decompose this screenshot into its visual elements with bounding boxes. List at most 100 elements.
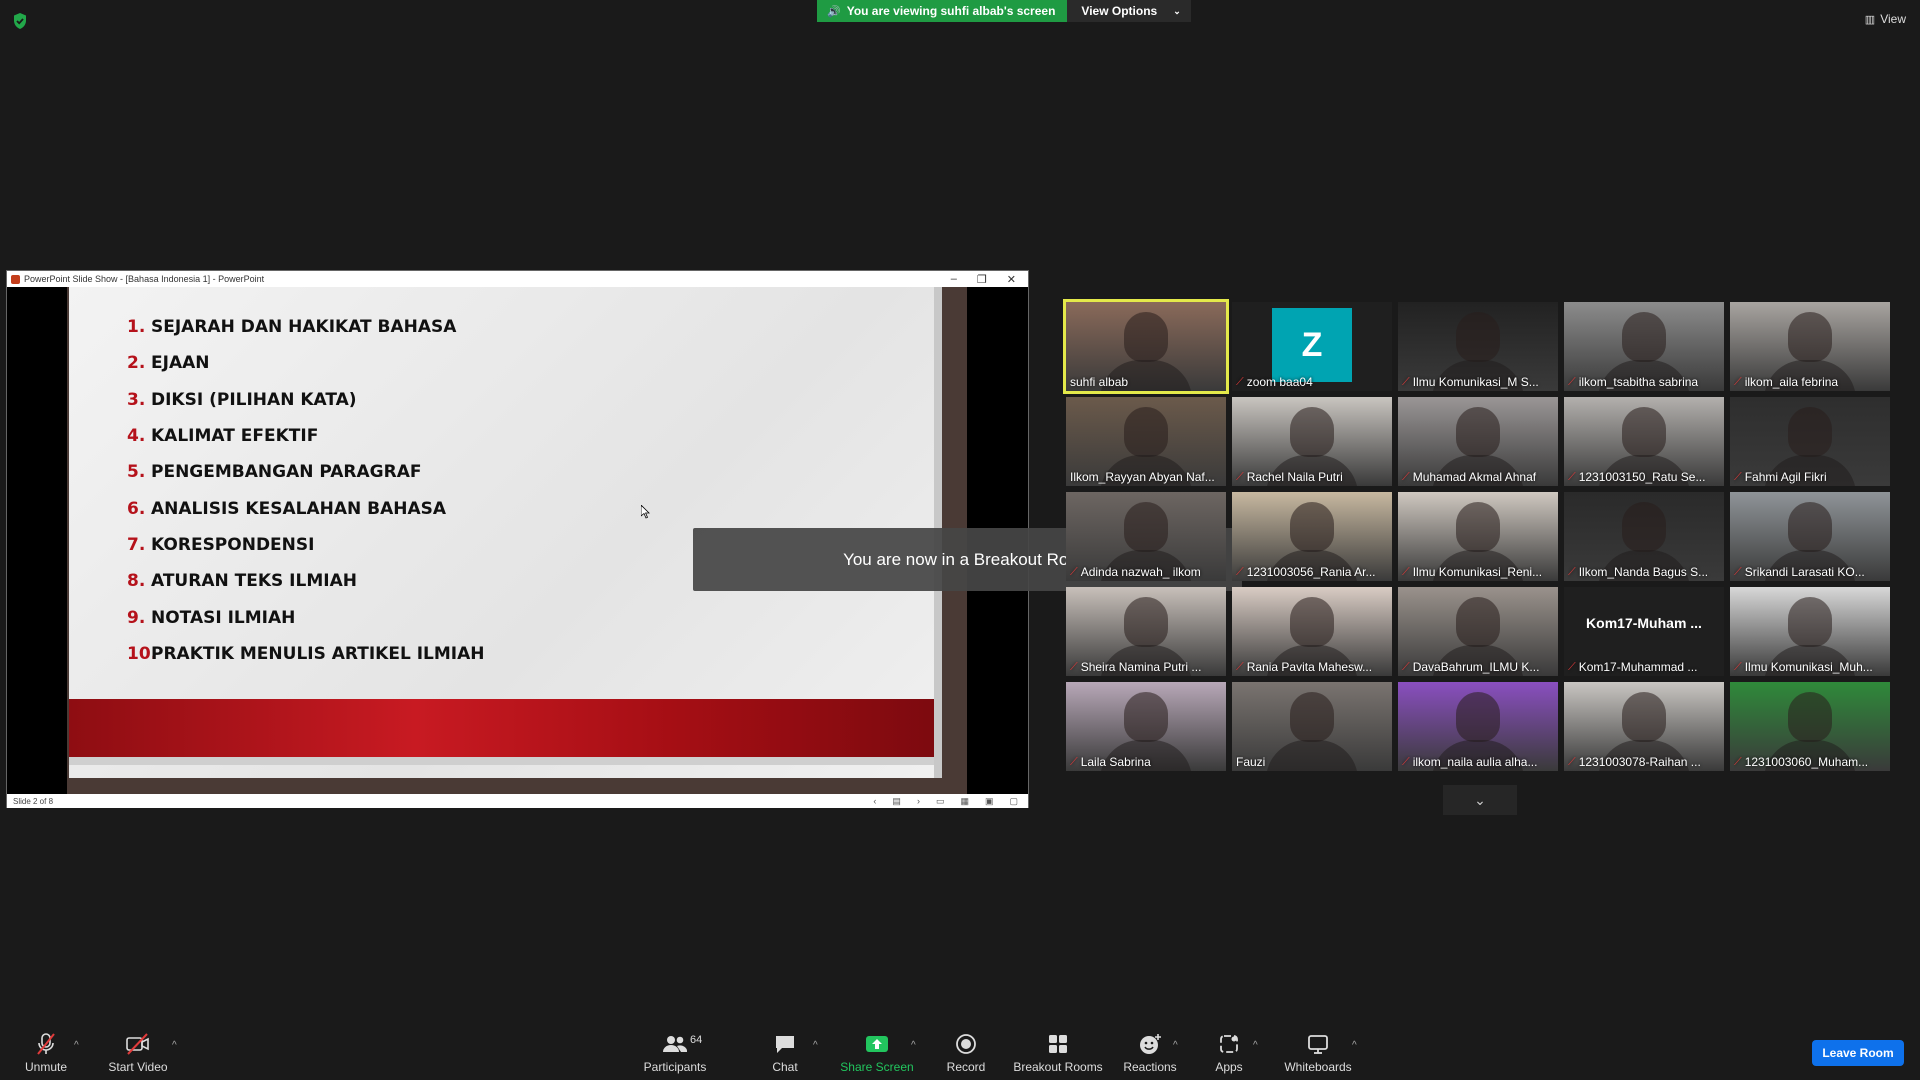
- participant-name: Muhamad Akmal Ahnaf: [1412, 470, 1537, 484]
- slide-sorter-icon[interactable]: ▦: [960, 796, 969, 807]
- slide-topic-item: 4. KALIMAT EFEKTIF: [127, 418, 485, 454]
- participant-tile[interactable]: ⟋ 1231003150_Ratu Se...: [1564, 397, 1724, 486]
- slide-topic-number: 7.: [127, 534, 146, 555]
- chat-icon: [773, 1031, 797, 1057]
- whiteboards-button[interactable]: Whiteboards: [1282, 1028, 1354, 1080]
- participant-tile[interactable]: Ilkom_Rayyan Abyan Naf...: [1066, 397, 1226, 486]
- participant-tile[interactable]: ⟋ 1231003060_Muham...: [1730, 682, 1890, 771]
- participant-tile[interactable]: Fauzi: [1232, 682, 1392, 771]
- participant-silhouette: [1124, 502, 1168, 552]
- participant-tile[interactable]: ⟋ Fahmi Agil Fikri: [1730, 397, 1890, 486]
- slideshow-icon[interactable]: ▢: [1009, 796, 1018, 807]
- slide-topic-number: 4.: [127, 426, 146, 447]
- participant-tile[interactable]: ⟋ Ilkom_Nanda Bagus S...: [1564, 492, 1724, 581]
- slide-counter: Slide 2 of 8: [13, 796, 54, 806]
- start-video-button[interactable]: Start Video: [106, 1028, 170, 1080]
- gallery-next-page-button[interactable]: ⌄: [1443, 785, 1517, 815]
- mic-muted-icon: ⟋: [1734, 755, 1742, 768]
- slide-topic-number: 10.: [127, 643, 158, 664]
- slide-topic-item: 8. ATURAN TEKS ILMIAH: [127, 563, 485, 599]
- slide-topic-text: KALIMAT EFEKTIF: [151, 426, 319, 447]
- apps-button[interactable]: Apps: [1210, 1028, 1248, 1080]
- participant-tile[interactable]: ⟋ ilkom_tsabitha sabrina: [1564, 302, 1724, 391]
- share-screen-button[interactable]: Share Screen: [840, 1028, 914, 1080]
- participant-tile[interactable]: suhfi albab: [1063, 299, 1229, 394]
- participant-silhouette: [1788, 502, 1832, 552]
- record-button[interactable]: Record: [944, 1028, 988, 1080]
- participant-name-label: ⟋ Adinda nazwah_ ilkom: [1070, 565, 1222, 579]
- participant-tile[interactable]: Kom17-Muham ... ⟋ Kom17-Muhammad ...: [1564, 587, 1724, 676]
- breakout-rooms-button[interactable]: Breakout Rooms: [1012, 1028, 1104, 1080]
- reactions-button[interactable]: Reactions: [1122, 1028, 1178, 1080]
- slide-topic-text: DIKSI (PILIHAN KATA): [151, 389, 357, 410]
- reading-view-icon[interactable]: ▣: [985, 796, 994, 807]
- video-options-caret[interactable]: ^: [172, 1040, 177, 1051]
- participant-tile[interactable]: ⟋ Ilmu Komunikasi_Muh...: [1730, 587, 1890, 676]
- screen-share-banner: 🔊 You are viewing suhfi albab's screen V…: [817, 0, 1191, 22]
- whiteboards-options-caret[interactable]: ^: [1352, 1040, 1357, 1051]
- participant-tile[interactable]: ⟋ ilkom_naila aulia alha...: [1398, 682, 1558, 771]
- participant-tile[interactable]: ⟋ DavaBahrum_ILMU K...: [1398, 587, 1558, 676]
- share-screen-label: Share Screen: [840, 1060, 914, 1074]
- participant-silhouette: [1788, 312, 1832, 362]
- minimize-icon[interactable]: –: [951, 273, 957, 286]
- prev-slide-icon[interactable]: ‹: [873, 796, 876, 807]
- view-button[interactable]: ▥ View: [1865, 12, 1906, 26]
- participant-silhouette: [1124, 692, 1168, 742]
- slide-topic-text: PRAKTIK MENULIS ARTIKEL ILMIAH: [151, 643, 485, 664]
- participant-name: DavaBahrum_ILMU K...: [1412, 660, 1540, 674]
- audio-options-caret[interactable]: ^: [74, 1040, 79, 1051]
- participant-name: Rania Pavita Mahesw...: [1246, 660, 1373, 674]
- participant-tile[interactable]: ⟋ ilkom_aila febrina: [1730, 302, 1890, 391]
- mic-muted-icon: ⟋: [1402, 660, 1410, 673]
- slide-topic-list: 1. SEJARAH DAN HAKIKAT BAHASA 2. EJAAN 3. DIK…: [127, 309, 485, 672]
- powerpoint-logo-icon: [11, 274, 20, 284]
- security-shield-icon[interactable]: [12, 12, 28, 30]
- speaker-icon: 🔊: [827, 5, 841, 18]
- participant-tile[interactable]: ⟋ Ilmu Komunikasi_M S...: [1398, 302, 1558, 391]
- share-screen-icon: [864, 1031, 890, 1057]
- participant-tile[interactable]: ⟋ 1231003078-Raihan ...: [1564, 682, 1724, 771]
- next-slide-icon[interactable]: ›: [917, 796, 920, 807]
- view-options-label: View Options: [1081, 4, 1158, 18]
- participant-tile[interactable]: ⟋ Laila Sabrina: [1066, 682, 1226, 771]
- participant-silhouette: [1456, 597, 1500, 647]
- participant-name-label: ⟋ 1231003150_Ratu Se...: [1568, 470, 1720, 484]
- participant-tile[interactable]: ⟋ 1231003056_Rania Ar...: [1232, 492, 1392, 581]
- participant-tile[interactable]: Z ⟋ zoom baa04: [1232, 302, 1392, 391]
- participant-tile[interactable]: ⟋ Sheira Namina Putri ...: [1066, 587, 1226, 676]
- participant-tile[interactable]: ⟋ Adinda nazwah_ ilkom: [1066, 492, 1226, 581]
- participant-name: Laila Sabrina: [1080, 755, 1151, 769]
- mic-muted-icon: ⟋: [1402, 565, 1410, 578]
- mic-muted-icon: ⟋: [1236, 660, 1244, 673]
- participant-tile[interactable]: ⟋ Srikandi Larasati KO...: [1730, 492, 1890, 581]
- mic-muted-icon: ⟋: [1734, 565, 1742, 578]
- participant-name-label: ⟋ Muhamad Akmal Ahnaf: [1402, 470, 1554, 484]
- slide-band-shadow: [69, 757, 934, 765]
- slide-topic-item: 7. KORESPONDENSI: [127, 527, 485, 563]
- unmute-button[interactable]: Unmute: [22, 1028, 70, 1080]
- participant-name: Ilmu Komunikasi_Muh...: [1744, 660, 1873, 674]
- participant-silhouette: [1290, 407, 1334, 457]
- window-controls: – ❐ ✕: [951, 273, 1028, 286]
- restore-icon[interactable]: ❐: [977, 273, 987, 286]
- apps-options-caret[interactable]: ^: [1253, 1040, 1258, 1051]
- participant-silhouette: [1456, 407, 1500, 457]
- unmute-label: Unmute: [24, 1060, 68, 1074]
- participant-tile[interactable]: ⟋ Muhamad Akmal Ahnaf: [1398, 397, 1558, 486]
- close-icon[interactable]: ✕: [1007, 273, 1016, 286]
- ppt-statusbar: Slide 2 of 8 ‹ ▤ › ▭ ▦ ▣ ▢: [7, 794, 1028, 808]
- participant-tile[interactable]: ⟋ Rachel Naila Putri: [1232, 397, 1392, 486]
- chat-options-caret[interactable]: ^: [813, 1040, 818, 1051]
- normal-view-icon[interactable]: ▭: [936, 796, 945, 807]
- leave-room-button[interactable]: Leave Room: [1812, 1040, 1904, 1066]
- participant-tile[interactable]: ⟋ Ilmu Komunikasi_Reni...: [1398, 492, 1558, 581]
- reactions-options-caret[interactable]: ^: [1173, 1040, 1178, 1051]
- chat-button[interactable]: Chat: [765, 1028, 805, 1080]
- share-options-caret[interactable]: ^: [911, 1040, 916, 1051]
- slide-topic-text: ATURAN TEKS ILMIAH: [151, 571, 357, 592]
- participant-silhouette: [1622, 502, 1666, 552]
- view-options-button[interactable]: View Options ⌄: [1067, 0, 1191, 22]
- notes-icon[interactable]: ▤: [892, 796, 901, 807]
- participant-tile[interactable]: ⟋ Rania Pavita Mahesw...: [1232, 587, 1392, 676]
